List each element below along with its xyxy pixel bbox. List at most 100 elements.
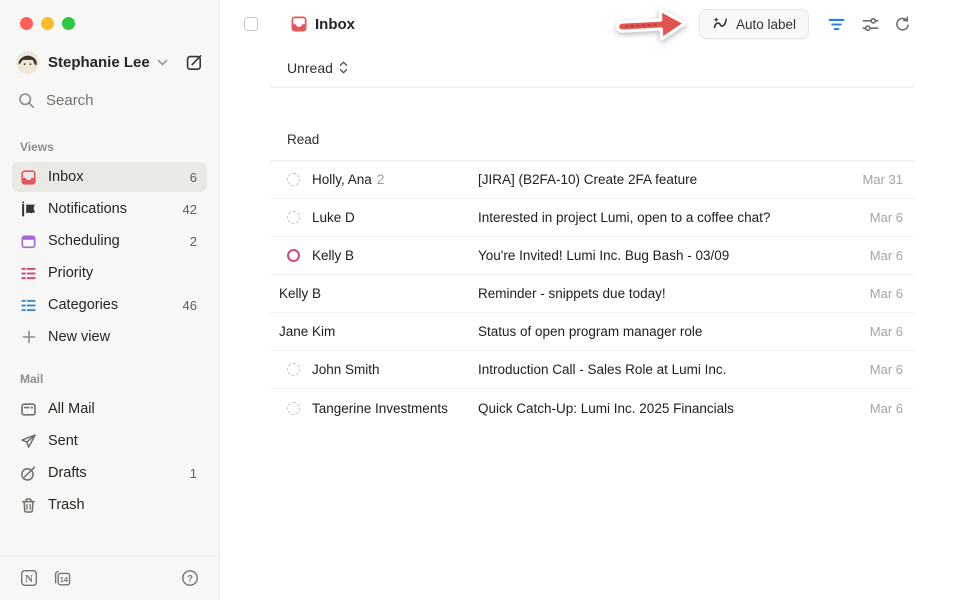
search-icon [18, 92, 35, 109]
sidebar-item-label: Scheduling [48, 233, 190, 249]
svg-text:14: 14 [60, 575, 69, 584]
email-sender: Kelly B [279, 286, 321, 301]
select-all-checkbox[interactable] [244, 17, 258, 31]
filter-button[interactable] [823, 11, 849, 37]
list-toolbar: Unread [270, 48, 914, 88]
sidebar-item-new-view[interactable]: New view [12, 322, 207, 352]
page-title: Inbox [315, 16, 355, 33]
search-placeholder: Search [46, 92, 94, 109]
account-switcher[interactable]: Stephanie Lee [12, 48, 207, 76]
read-status-icon[interactable] [287, 363, 300, 376]
sidebar-item-trash[interactable]: Trash [12, 490, 207, 520]
zoom-window-button[interactable] [62, 17, 75, 30]
auto-label-button-label: Auto label [736, 17, 796, 32]
email-sender: Holly, Ana2 [312, 172, 384, 187]
sidebar-item-categories[interactable]: Categories 46 [12, 290, 207, 320]
email-sender: Tangerine Investments [312, 401, 448, 416]
email-row[interactable]: Jane Kim Status of open program manager … [270, 313, 915, 351]
sidebar-item-inbox[interactable]: Inbox 6 [12, 162, 207, 192]
auto-label-button[interactable]: Auto label [699, 9, 809, 39]
sidebar-footer: N 14 ? [0, 555, 219, 600]
avatar [16, 51, 39, 74]
sidebar-item-label: Notifications [48, 201, 183, 217]
sidebar-item-all-mail[interactable]: All Mail [12, 394, 207, 424]
email-row-left: Kelly B [270, 248, 478, 263]
notion-app-icon[interactable]: N [20, 569, 38, 587]
sidebar-item-priority[interactable]: Priority [12, 258, 207, 288]
display-settings-button[interactable] [857, 11, 883, 37]
email-date: Mar 6 [870, 362, 915, 377]
email-subject: Interested in project Lumi, open to a co… [478, 210, 870, 225]
sidebar-item-drafts[interactable]: Drafts 1 [12, 458, 207, 488]
sidebar-item-label: Drafts [48, 465, 190, 481]
email-date: Mar 6 [870, 401, 915, 416]
svg-text:N: N [25, 573, 33, 585]
sidebar-item-label: Categories [48, 297, 183, 313]
sidebar-item-label: Sent [48, 433, 197, 449]
email-sender: Jane Kim [279, 324, 335, 339]
compose-button[interactable] [181, 49, 207, 75]
email-row-left: John Smith [270, 362, 478, 377]
email-row[interactable]: John Smith Introduction Call - Sales Rol… [270, 351, 915, 389]
draft-icon [20, 465, 37, 482]
sidebar-item-label: Trash [48, 497, 197, 513]
sender-name: Kelly B [312, 248, 354, 263]
email-row[interactable]: Kelly B You're Invited! Lumi Inc. Bug Ba… [270, 237, 915, 275]
plus-icon [20, 329, 37, 346]
email-row-left: Kelly B [270, 286, 478, 301]
sender-name: Jane Kim [279, 324, 335, 339]
email-row-left: Holly, Ana2 [270, 172, 478, 187]
email-row-left: Jane Kim [270, 324, 478, 339]
compose-icon [185, 53, 204, 72]
sender-name: John Smith [312, 362, 380, 377]
unread-sort-dropdown[interactable]: Unread [287, 60, 349, 76]
read-status-icon[interactable] [287, 402, 300, 415]
email-row[interactable]: Tangerine Investments Quick Catch-Up: Lu… [270, 389, 915, 427]
email-date: Mar 6 [870, 210, 915, 225]
email-row[interactable]: Holly, Ana2 [JIRA] (B2FA-10) Create 2FA … [270, 161, 915, 199]
refresh-button[interactable] [889, 11, 915, 37]
sender-name: Tangerine Investments [312, 401, 448, 416]
sidebar-item-count: 1 [190, 466, 197, 481]
search-input[interactable]: Search [12, 86, 207, 114]
auto-label-icon [712, 16, 729, 33]
view-title-group: Inbox [290, 15, 355, 33]
email-date: Mar 6 [870, 324, 915, 339]
sort-updown-icon [338, 60, 349, 75]
mail-section-label: Mail [12, 372, 207, 386]
close-window-button[interactable] [20, 17, 33, 30]
email-sender: Kelly B [312, 248, 354, 263]
read-status-icon[interactable] [287, 211, 300, 224]
sidebar-item-scheduling[interactable]: Scheduling 2 [12, 226, 207, 256]
email-row[interactable]: Kelly B Reminder - snippets due today! M… [270, 275, 915, 313]
thread-count: 2 [377, 172, 385, 187]
read-status-icon[interactable] [287, 249, 300, 262]
minimize-window-button[interactable] [41, 17, 54, 30]
sender-name: Kelly B [279, 286, 321, 301]
email-subject: Quick Catch-Up: Lumi Inc. 2025 Financial… [478, 401, 870, 416]
inbox-icon [20, 169, 37, 186]
email-date: Mar 31 [863, 172, 915, 187]
email-row[interactable]: Luke D Interested in project Lumi, open … [270, 199, 915, 237]
categories-list-icon [20, 297, 37, 314]
window-controls [12, 0, 207, 30]
email-row-left: Tangerine Investments [270, 401, 478, 416]
read-status-icon[interactable] [287, 173, 300, 186]
help-icon[interactable]: ? [181, 569, 199, 587]
sidebar-item-notifications[interactable]: Notifications 42 [12, 194, 207, 224]
sender-name: Luke D [312, 210, 355, 225]
scheduling-icon [20, 233, 37, 250]
email-subject: Status of open program manager role [478, 324, 870, 339]
send-icon [20, 433, 37, 450]
sidebar-item-count: 6 [190, 170, 197, 185]
email-date: Mar 6 [870, 248, 915, 263]
email-list: Read Holly, Ana2 [JIRA] (B2FA-10) Create… [270, 88, 915, 427]
sidebar-item-label: Inbox [48, 169, 190, 185]
calendar-app-icon[interactable]: 14 [53, 569, 72, 587]
sidebar-item-label: Priority [48, 265, 197, 281]
mail-app-window: Stephanie Lee Search Views [0, 0, 960, 600]
list-header: Inbox Auto label [220, 0, 960, 48]
sidebar-item-sent[interactable]: Sent [12, 426, 207, 456]
sidebar-item-label: New view [48, 329, 197, 345]
sidebar: Stephanie Lee Search Views [0, 0, 220, 600]
